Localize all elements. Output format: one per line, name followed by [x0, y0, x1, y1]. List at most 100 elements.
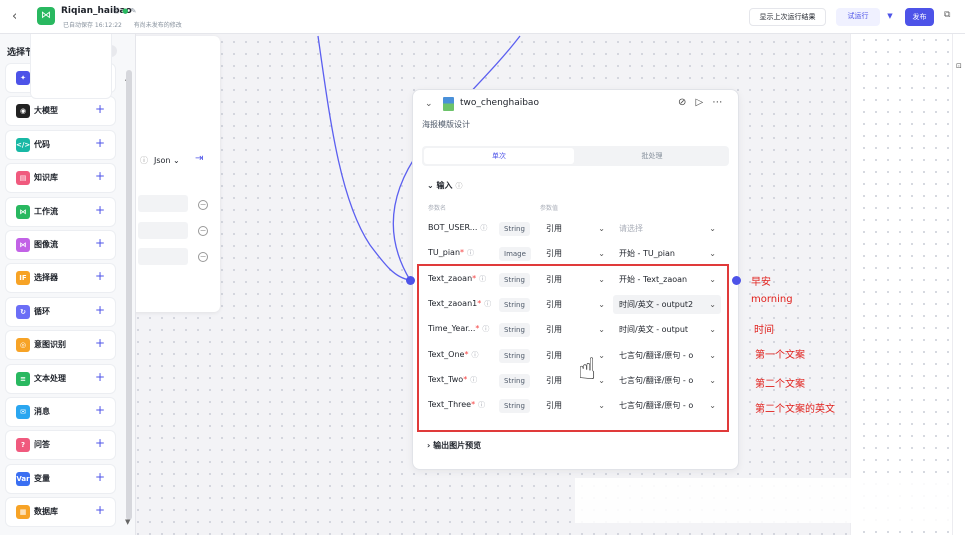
remove-icon[interactable]: −	[198, 200, 208, 210]
code-icon: </>	[16, 137, 30, 152]
input-port[interactable]	[406, 276, 415, 285]
test-run-button[interactable]: 试运行	[836, 8, 880, 26]
chevron-down-icon: ⌄	[709, 249, 716, 259]
autosave-text: 已自动保存 16:12:22	[63, 22, 122, 29]
param-value-text: 开始 - TU_pian	[619, 249, 675, 259]
collapse-chevron-icon[interactable]: ⌄	[425, 99, 433, 109]
top-bar: ‹ ⋈ Riqian_haibao ⓘ ● ✎ 已自动保存 16:12:22 有…	[0, 0, 965, 34]
annotation-label: morning	[751, 294, 793, 305]
info-icon: ⓘ	[140, 156, 148, 165]
status-ok-icon: ●	[122, 7, 129, 15]
info-icon[interactable]: ⓘ	[467, 249, 474, 257]
node-type-item[interactable]: IF 选择器 +	[6, 264, 115, 293]
annotation-label: 第一个文案	[755, 350, 805, 361]
ref-mode-select[interactable]: 引用 ⌄	[540, 219, 610, 238]
node-type-item[interactable]: ◉ 大模型 +	[6, 97, 115, 126]
wire-from-start	[317, 35, 411, 281]
imageflow-icon: ⋈	[16, 238, 30, 252]
param-name: BOT_USER... ⓘ	[428, 223, 487, 233]
text-process-icon: ≡	[16, 371, 30, 386]
info-icon: ⓘ	[455, 182, 463, 190]
add-node-icon[interactable]: +	[95, 203, 105, 217]
node-type-item[interactable]: ✉ 消息 +	[6, 398, 115, 426]
add-node-icon[interactable]: +	[95, 370, 105, 384]
database-icon: ▦	[16, 505, 30, 520]
node-type-item[interactable]: ↻ 循环 +	[6, 297, 115, 326]
add-node-icon[interactable]: +	[95, 169, 105, 183]
node-type-item[interactable]: ⋈ 图像流 +	[6, 231, 115, 259]
node-type-label: 循环	[34, 306, 50, 316]
add-node-icon[interactable]: +	[95, 303, 105, 317]
node-type-label: 大模型	[34, 106, 58, 116]
node-picker-panel: 选择节点 ‹ ✦插件+◉大模型+</>代码+▤知识库+⋈工作流+⋈图像流+IF选…	[0, 34, 136, 535]
add-node-icon[interactable]: +	[95, 336, 105, 350]
node-type-label: 文本处理	[34, 373, 66, 383]
test-run-dropdown-icon[interactable]: ▼	[882, 8, 898, 26]
add-node-icon[interactable]: +	[95, 470, 105, 484]
output-format[interactable]: ⓘ Json ⌄	[140, 155, 180, 166]
output-preview-header[interactable]: › 输出图片预览	[427, 440, 481, 451]
output-field[interactable]	[138, 195, 188, 212]
add-node-icon[interactable]: +	[95, 436, 105, 450]
title-info-icons[interactable]: ⓘ ● ✎	[113, 6, 136, 16]
node-type-item[interactable]: ◎ 意图识别 +	[6, 331, 115, 360]
knowledge-icon: ▤	[16, 171, 30, 186]
output-action-icon[interactable]: ⇥	[195, 153, 203, 164]
node-type-item[interactable]: ≡ 文本处理 +	[6, 364, 115, 393]
workflow-icon: ⋈	[16, 204, 30, 219]
plugin-icon: ✦	[16, 71, 30, 85]
node-actions-icons[interactable]: ⊘ ▷ ⋯	[678, 97, 725, 108]
node-type-label: 图像流	[34, 240, 58, 249]
add-node-icon[interactable]: +	[95, 503, 105, 517]
window-icon[interactable]: ⧉	[944, 10, 950, 20]
node-type-label: 选择器	[34, 273, 58, 283]
ref-mode-select[interactable]: 引用 ⌄	[540, 244, 610, 263]
output-field[interactable]	[138, 222, 188, 239]
param-row: BOT_USER... ⓘ String 引用 ⌄ 请选择 ⌄	[413, 218, 740, 240]
scroll-down-icon[interactable]: ▼	[125, 518, 130, 526]
node-type-label: 数据库	[34, 507, 58, 517]
inputs-section-header[interactable]: ⌄ 输入 ⓘ	[427, 180, 463, 191]
param-value-text: 请选择	[619, 224, 643, 233]
scrollbar[interactable]	[126, 70, 132, 520]
node-type-item[interactable]: Var 变量 +	[6, 464, 115, 493]
remove-icon[interactable]: −	[198, 226, 208, 236]
param-name-text: BOT_USER...	[428, 223, 478, 232]
back-icon[interactable]: ‹	[12, 9, 17, 24]
inputs-label: 输入	[436, 181, 453, 190]
output-port[interactable]	[732, 276, 741, 285]
node-type-item[interactable]: ▦ 数据库 +	[6, 498, 115, 527]
node-type-label: 知识库	[34, 173, 58, 183]
add-node-icon[interactable]: +	[95, 403, 105, 417]
node-type-item[interactable]: ? 问答 +	[6, 431, 115, 460]
save-status: 已自动保存 16:12:22 有尚未发布的修改	[63, 20, 192, 29]
node-type-label: 工作流	[34, 206, 58, 216]
annotation-label: 第二个文案的英文	[755, 404, 835, 415]
output-field[interactable]	[138, 248, 188, 265]
info-icon[interactable]: ⓘ	[113, 7, 120, 15]
info-icon[interactable]: ⓘ	[480, 224, 487, 232]
edit-icon[interactable]: ✎	[131, 7, 137, 15]
add-node-icon[interactable]: +	[95, 269, 105, 283]
column-header-name: 参数名	[428, 205, 447, 212]
add-node-icon[interactable]: +	[95, 102, 105, 116]
tab-single[interactable]: 单次	[424, 148, 574, 164]
param-value-select[interactable]: 开始 - TU_pian ⌄	[613, 244, 721, 263]
publish-button[interactable]: 发布	[905, 8, 934, 26]
unpublished-text: 有尚未发布的修改	[133, 22, 182, 29]
node-type-item[interactable]: ⋈ 工作流 +	[6, 197, 115, 226]
param-value-select[interactable]: 请选择 ⌄	[613, 219, 721, 238]
node-type-item[interactable]: ▤ 知识库 +	[6, 164, 115, 193]
node-type-label: 代码	[34, 139, 50, 149]
add-node-icon[interactable]: +	[95, 236, 105, 250]
add-node-icon[interactable]: +	[95, 136, 105, 150]
loop-icon: ↻	[16, 304, 30, 319]
tab-batch[interactable]: 批处理	[577, 148, 727, 164]
llm-icon: ◉	[16, 104, 30, 119]
remove-icon[interactable]: −	[198, 252, 208, 262]
show-last-run-button[interactable]: 显示上次运行结果	[749, 8, 826, 26]
node-type-item[interactable]: </> 代码 +	[6, 130, 115, 159]
variable-icon: Var	[16, 471, 30, 486]
json-label: Json	[154, 156, 171, 165]
node-type-label: 变量	[34, 473, 50, 483]
